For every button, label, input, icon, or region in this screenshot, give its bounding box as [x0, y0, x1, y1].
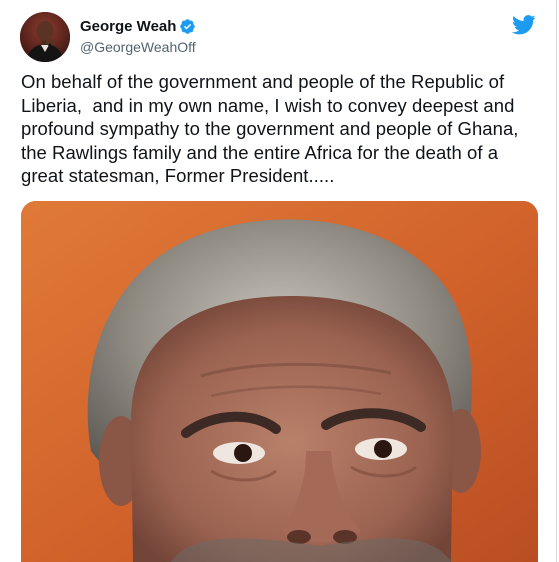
- author-handle[interactable]: @GeorgeWeahOff: [80, 39, 196, 55]
- tweet-text: On behalf of the government and people o…: [21, 71, 524, 186]
- tweet-card: George Weah @GeorgeWeahOff On behalf of …: [0, 0, 557, 562]
- display-name-row: George Weah: [80, 16, 196, 37]
- tweet-photo[interactable]: [21, 201, 538, 562]
- author-info: George Weah @GeorgeWeahOff: [80, 16, 196, 55]
- author-display-name[interactable]: George Weah: [80, 18, 176, 35]
- verified-badge-icon: [179, 18, 196, 35]
- portrait-photo: [21, 201, 538, 562]
- twitter-bird-icon[interactable]: [512, 15, 536, 35]
- avatar-image: [20, 12, 70, 62]
- avatar[interactable]: [20, 12, 70, 62]
- tweet-header: George Weah @GeorgeWeahOff: [20, 12, 540, 64]
